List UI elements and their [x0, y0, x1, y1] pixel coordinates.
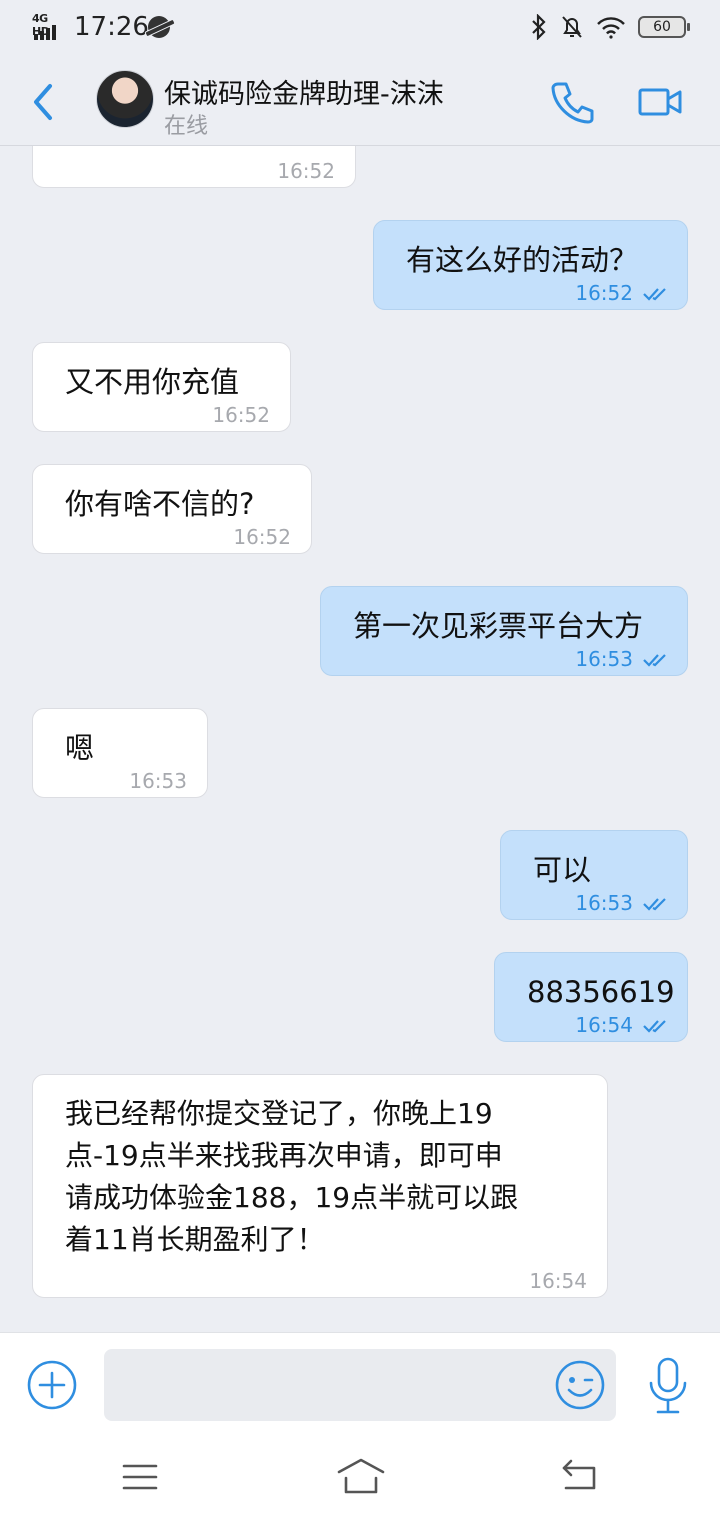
message-time: 16:53: [129, 769, 187, 793]
message-time: 16:54: [529, 1269, 587, 1293]
microphone-icon: [649, 1357, 687, 1414]
voice-call-button[interactable]: [548, 78, 596, 126]
message-text: 嗯: [65, 731, 95, 765]
message-text: 我已经帮你提交登记了，你晚上19 点-19点半来找我再次申请，即可申 请成功体验…: [65, 1093, 589, 1261]
nav-menu-button[interactable]: [122, 1462, 158, 1492]
status-bar: 4G HD 17:26 60: [0, 0, 720, 56]
message-text: 第一次见彩票平台大方: [353, 609, 644, 643]
message-text: 可以: [533, 853, 592, 887]
nav-home-button[interactable]: [336, 1456, 386, 1496]
network-indicator: 4G HD: [32, 12, 66, 42]
back-arrow-icon: [562, 1459, 596, 1490]
planet-notification-icon: [148, 16, 170, 38]
system-nav-bar: [0, 1436, 720, 1520]
video-camera-icon: [638, 88, 682, 116]
battery-indicator: 60: [638, 16, 690, 38]
double-check-icon: [643, 898, 666, 911]
mute-bell-icon: [562, 16, 582, 38]
message-time: 16:52: [575, 281, 633, 305]
back-button[interactable]: [28, 82, 58, 122]
message-bubble-outgoing[interactable]: 有这么好的活动？ 16:52: [373, 220, 688, 310]
smiley-icon: [555, 1360, 605, 1410]
double-check-icon: [643, 654, 666, 667]
emoji-button[interactable]: [554, 1359, 606, 1411]
message-bubble-outgoing[interactable]: 88356619 16:54: [494, 952, 688, 1042]
nav-back-button[interactable]: [560, 1458, 598, 1494]
wifi-icon: [597, 17, 625, 39]
message-text: 又不用你充值: [65, 365, 240, 399]
message-line: 我已经帮你提交登记了，你晚上19: [65, 1097, 493, 1130]
composer-bar: [0, 1332, 720, 1436]
message-time: 16:53: [575, 647, 633, 671]
phone-icon: [551, 82, 594, 124]
contact-status: 在线: [164, 114, 209, 139]
message-bubble-incoming[interactable]: 嗯 16:53: [32, 708, 208, 798]
video-call-button[interactable]: [636, 82, 684, 122]
message-bubble-incoming[interactable]: 又不用你充值 16:52: [32, 342, 291, 432]
message-text: 88356619: [527, 975, 675, 1009]
contact-name: 保诚码险金牌助理-沫沫: [164, 79, 444, 110]
message-text: 有这么好的活动？: [406, 243, 639, 277]
message-input[interactable]: [104, 1349, 616, 1421]
message-time: 16:52: [233, 525, 291, 549]
message-text: 你有啥不信的?: [65, 487, 255, 521]
message-time: 16:53: [575, 891, 633, 915]
voice-input-button[interactable]: [646, 1355, 690, 1419]
chat-header: 保诚码险金牌助理-沫沫 在线: [0, 56, 720, 146]
message-time: 16:52: [277, 159, 335, 183]
message-time: 16:54: [575, 1013, 633, 1037]
status-time: 17:26: [74, 12, 149, 42]
message-line: 着11肖长期盈利了！: [65, 1223, 325, 1256]
message-bubble-incoming[interactable]: 我已经帮你提交登记了，你晚上19 点-19点半来找我再次申请，即可申 请成功体验…: [32, 1074, 608, 1298]
bluetooth-icon: [532, 14, 546, 40]
message-list[interactable]: 16:52 有这么好的活动？ 16:52 又不用你充值 16:52 你有啥不信的…: [0, 146, 720, 1332]
signal-icon: [34, 25, 56, 40]
message-line: 点-19点半来找我再次申请，即可申: [65, 1139, 503, 1172]
plus-circle-icon: [27, 1360, 77, 1410]
double-check-icon: [643, 288, 666, 301]
message-bubble-incoming[interactable]: 你有啥不信的? 16:52: [32, 464, 312, 554]
message-bubble-outgoing[interactable]: 可以 16:53: [500, 830, 688, 920]
message-bubble-incoming[interactable]: 16:52: [32, 146, 356, 188]
chevron-left-icon: [34, 84, 52, 120]
contact-avatar[interactable]: [96, 70, 154, 128]
attach-button[interactable]: [26, 1359, 78, 1411]
message-time: 16:52: [212, 403, 270, 427]
message-bubble-outgoing[interactable]: 第一次见彩票平台大方 16:53: [320, 586, 688, 676]
home-icon: [337, 1458, 385, 1494]
status-icons: 60: [530, 14, 690, 40]
double-check-icon: [643, 1020, 666, 1033]
menu-icon: [122, 1464, 158, 1490]
message-line: 请成功体验金188，19点半就可以跟: [65, 1181, 519, 1214]
